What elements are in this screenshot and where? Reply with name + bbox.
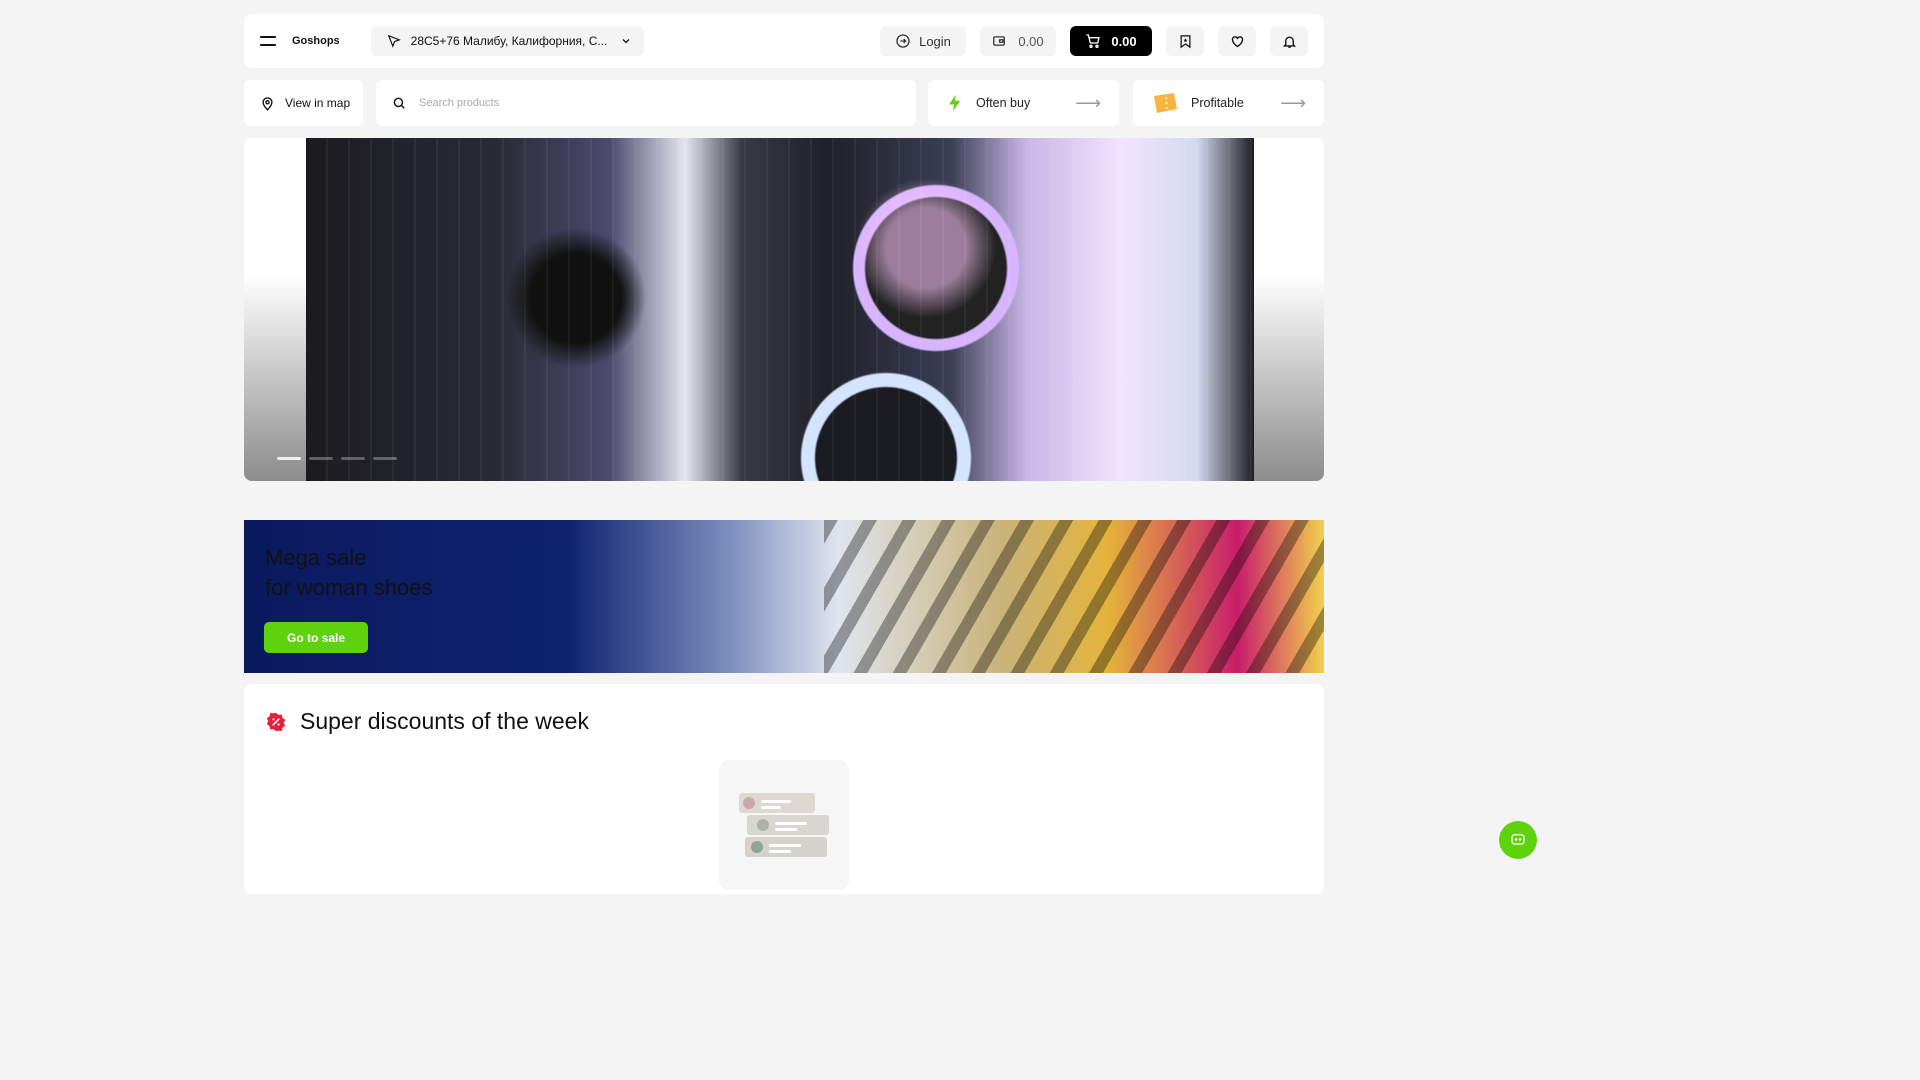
discount-badge-icon <box>266 712 286 731</box>
heart-icon <box>1231 35 1243 47</box>
carousel-dot[interactable] <box>277 457 301 460</box>
login-button[interactable]: Login <box>880 26 966 56</box>
carousel-dot[interactable] <box>373 457 397 460</box>
menu-icon[interactable] <box>260 36 276 46</box>
wallet-icon <box>993 36 1006 46</box>
bookmark-star-icon <box>1180 34 1190 48</box>
super-discounts-section: Super discounts of the week <box>244 684 1324 894</box>
search-icon <box>393 97 405 109</box>
banner-title-line2: for woman shoes <box>265 575 433 600</box>
cart-amount: 0.00 <box>1111 33 1137 49</box>
chat-button[interactable] <box>1499 821 1537 859</box>
search-bar <box>376 80 916 126</box>
login-label: Login <box>919 33 951 49</box>
often-buy-button[interactable]: Often buy ⟶ <box>928 80 1119 126</box>
cart-icon <box>1086 34 1101 48</box>
section-title: Super discounts of the week <box>300 708 589 734</box>
hero-carousel[interactable] <box>244 138 1324 481</box>
profitable-label: Profitable <box>1191 96 1244 110</box>
ticket-icon <box>1154 93 1177 113</box>
lightning-icon <box>949 94 961 112</box>
wallet-amount: 0.00 <box>1018 33 1044 49</box>
wallet-button[interactable]: 0.00 <box>980 26 1056 56</box>
empty-list-illustration <box>739 793 829 857</box>
brand-logo[interactable]: Goshops <box>292 35 340 47</box>
saved-button[interactable] <box>1166 26 1204 56</box>
often-buy-label: Often buy <box>976 96 1031 110</box>
navigation-arrow-icon <box>387 34 401 48</box>
carousel-dot[interactable] <box>341 457 365 460</box>
section-header: Super discounts of the week <box>266 708 589 735</box>
notifications-button[interactable] <box>1270 26 1308 56</box>
empty-state-card <box>719 760 849 890</box>
delivery-address-selector[interactable]: 28C5+76 Малибу, Калифорния, С... <box>370 26 644 56</box>
login-icon <box>896 34 910 48</box>
arrow-right-icon: ⟶ <box>1280 92 1306 113</box>
address-text: 28C5+76 Малибу, Калифорния, С... <box>410 34 608 48</box>
hero-image-pc-watercooling <box>306 138 1254 481</box>
cart-button[interactable]: 0.00 <box>1070 26 1152 56</box>
map-pin-icon <box>262 96 273 111</box>
wishlist-button[interactable] <box>1218 26 1256 56</box>
view-in-map-label: View in map <box>285 96 351 110</box>
arrow-right-icon: ⟶ <box>1075 92 1101 113</box>
view-in-map-button[interactable]: View in map <box>244 80 363 126</box>
chevron-down-icon <box>622 39 630 44</box>
banner-title-line1: Mega sale <box>265 545 367 570</box>
banner-title: Mega sale for woman shoes <box>265 543 433 603</box>
search-input[interactable] <box>419 97 899 109</box>
bell-icon <box>1282 35 1296 48</box>
chat-icon <box>1511 834 1525 845</box>
secondary-toolbar: View in map Often buy ⟶ Profitable ⟶ <box>244 80 1324 126</box>
promo-banner: Mega sale for woman shoes Go to sale <box>244 520 1324 673</box>
go-to-sale-button[interactable]: Go to sale <box>264 622 368 653</box>
top-header: Goshops 28C5+76 Малибу, Калифорния, С...… <box>244 14 1324 68</box>
profitable-button[interactable]: Profitable ⟶ <box>1133 80 1324 126</box>
carousel-indicators <box>277 457 397 460</box>
carousel-dot[interactable] <box>309 457 333 460</box>
